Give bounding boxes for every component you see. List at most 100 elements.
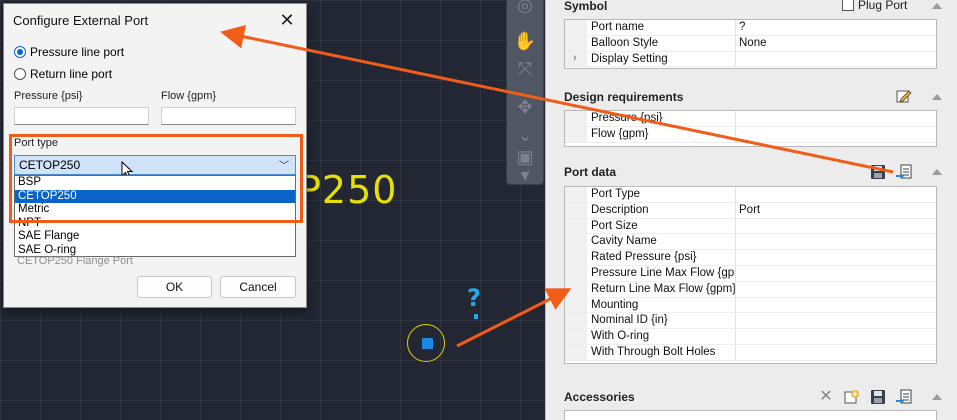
property-row[interactable]: Mounting bbox=[565, 297, 936, 314]
radio-pressure-label: Pressure line port bbox=[30, 45, 125, 59]
property-row[interactable]: Balloon Style None bbox=[565, 35, 936, 52]
property-row[interactable]: With Through Bolt Holes bbox=[565, 344, 936, 361]
load-from-catalog-icon[interactable] bbox=[896, 164, 912, 180]
row-gutter bbox=[565, 20, 587, 35]
radio-pressure-line[interactable]: Pressure line port bbox=[14, 45, 124, 59]
showmotion-icon[interactable]: ▾ bbox=[513, 164, 537, 186]
row-gutter bbox=[565, 111, 587, 126]
column-separator bbox=[735, 329, 736, 344]
property-name: With Through Bolt Holes bbox=[591, 345, 716, 358]
collapse-accessories-icon[interactable] bbox=[932, 394, 942, 400]
edit-requirements-icon[interactable] bbox=[896, 88, 912, 104]
design-property-grid: Pressure {psi} Flow {gpm} bbox=[564, 110, 937, 147]
property-row[interactable]: Rated Pressure {psi} bbox=[565, 250, 936, 266]
collapse-design-icon[interactable] bbox=[932, 94, 942, 100]
property-name: Nominal ID {in} bbox=[591, 314, 668, 327]
property-row[interactable]: Description Port bbox=[565, 202, 936, 219]
load-accessory-icon[interactable] bbox=[896, 389, 912, 405]
row-gutter bbox=[565, 202, 587, 218]
accessories-grid bbox=[564, 410, 937, 420]
plug-port-checkbox[interactable]: Plug Port bbox=[842, 0, 907, 12]
property-name: Rated Pressure {psi} bbox=[591, 251, 697, 264]
row-gutter: › bbox=[565, 51, 587, 67]
row-gutter bbox=[565, 250, 587, 265]
orbit-icon[interactable]: ◎ bbox=[513, 0, 537, 16]
property-value[interactable]: ? bbox=[739, 21, 745, 33]
port-data-section-header[interactable]: Port data bbox=[564, 165, 616, 179]
property-name: With O-ring bbox=[591, 330, 650, 343]
property-name: Mounting bbox=[591, 298, 639, 311]
accessories-section-header[interactable]: Accessories bbox=[564, 390, 635, 404]
annotation-highlight-box bbox=[9, 134, 303, 223]
property-row[interactable]: Flow {gpm} bbox=[565, 126, 936, 143]
property-row[interactable]: Nominal ID {in} bbox=[565, 313, 936, 330]
column-separator bbox=[735, 111, 736, 126]
property-value[interactable]: None bbox=[739, 37, 767, 49]
radio-checked-icon[interactable] bbox=[14, 46, 26, 58]
row-gutter bbox=[565, 35, 587, 51]
zoom-extents-icon[interactable]: ⤧ bbox=[513, 58, 537, 80]
port-balloon-leader bbox=[474, 314, 478, 319]
cancel-button[interactable]: Cancel bbox=[220, 276, 296, 298]
flow-input[interactable] bbox=[161, 107, 296, 125]
row-gutter bbox=[565, 329, 587, 344]
dropdown-option[interactable]: SAE Flange bbox=[15, 230, 295, 244]
column-separator bbox=[735, 20, 736, 35]
pressure-input[interactable] bbox=[14, 107, 149, 125]
property-value[interactable]: Port bbox=[739, 204, 760, 216]
property-name: Balloon Style bbox=[591, 36, 659, 49]
design-section-header[interactable]: Design requirements bbox=[564, 90, 683, 104]
column-separator bbox=[735, 234, 736, 250]
radio-return-label: Return line port bbox=[30, 67, 113, 81]
property-row[interactable]: Pressure {psi} bbox=[565, 111, 936, 127]
port-symbol-square[interactable] bbox=[422, 338, 433, 349]
save-icon[interactable] bbox=[870, 164, 886, 180]
property-name: Pressure {psi} bbox=[591, 112, 663, 124]
property-row[interactable]: Return Line Max Flow {gpm} bbox=[565, 281, 936, 298]
row-gutter bbox=[565, 218, 587, 234]
property-row[interactable]: Cavity Name bbox=[565, 234, 936, 251]
property-name: Pressure Line Max Flow {gpm} bbox=[591, 266, 735, 279]
symbol-section-header[interactable]: Symbol bbox=[564, 0, 607, 13]
chevron-right-icon[interactable]: › bbox=[573, 52, 577, 64]
property-row[interactable]: › Display Setting bbox=[565, 51, 936, 68]
ok-button[interactable]: OK bbox=[137, 276, 212, 298]
collapse-port-data-icon[interactable] bbox=[932, 169, 942, 175]
pan-hand-icon[interactable]: ✋ bbox=[513, 30, 537, 52]
radio-unchecked-icon[interactable] bbox=[14, 68, 26, 80]
row-gutter bbox=[565, 297, 587, 313]
delete-icon[interactable]: ✕ bbox=[818, 389, 834, 405]
property-row[interactable]: With O-ring bbox=[565, 329, 936, 345]
view-toolstrip: ◎ ✋ ⤧ ✥ ⌄ ▣ ▾ bbox=[506, 0, 544, 185]
property-name: Flow {gpm} bbox=[591, 127, 649, 140]
add-accessory-icon[interactable] bbox=[844, 389, 860, 405]
port-data-property-grid: Port Type Description Port Port Size Cavity … bbox=[564, 186, 937, 364]
symbol-property-grid: Port name? Balloon Style None › Display Sett… bbox=[564, 19, 937, 69]
row-gutter bbox=[565, 187, 587, 202]
column-separator bbox=[735, 51, 736, 67]
column-separator bbox=[735, 126, 736, 142]
property-name: Return Line Max Flow {gpm} bbox=[591, 282, 735, 295]
collapse-symbol-icon[interactable] bbox=[932, 3, 942, 9]
property-name: Description bbox=[591, 203, 649, 216]
property-row[interactable]: Pressure Line Max Flow {gpm} bbox=[565, 265, 936, 282]
column-separator bbox=[735, 35, 736, 51]
view-down-icon[interactable]: ⌄ bbox=[513, 124, 537, 146]
close-icon[interactable]: ✕ bbox=[276, 9, 298, 31]
save-accessory-icon[interactable] bbox=[870, 389, 886, 405]
port-type-text: P250 bbox=[298, 168, 398, 212]
column-separator bbox=[735, 218, 736, 234]
row-gutter bbox=[565, 126, 587, 142]
pressure-label: Pressure {psi} bbox=[14, 90, 83, 102]
description-preview: CETOP250 Flange Port bbox=[17, 255, 133, 267]
property-row[interactable]: Port name? bbox=[565, 20, 936, 36]
property-row[interactable]: Port Size bbox=[565, 218, 936, 235]
port-balloon-label[interactable]: ? bbox=[467, 284, 481, 312]
move-view-icon[interactable]: ✥ bbox=[513, 96, 537, 118]
property-row[interactable]: Port Type bbox=[565, 187, 936, 203]
checkbox-icon[interactable] bbox=[842, 0, 854, 11]
configure-external-port-dialog: Configure External Port ✕ Pressure line … bbox=[3, 3, 307, 308]
column-separator bbox=[735, 202, 736, 218]
column-separator bbox=[735, 281, 736, 297]
radio-return-line[interactable]: Return line port bbox=[14, 67, 112, 81]
